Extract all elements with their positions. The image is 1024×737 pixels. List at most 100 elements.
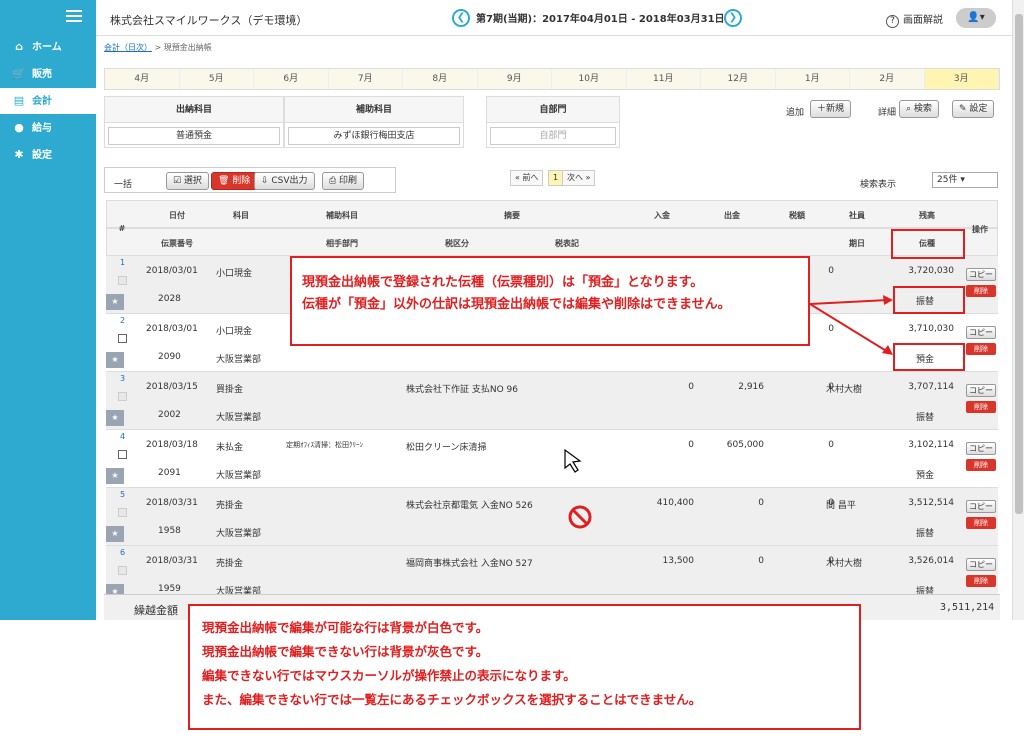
dept-field[interactable]: 自部門 <box>490 127 616 145</box>
row-number: 1 <box>120 258 126 267</box>
month-tab[interactable]: 6月 <box>254 69 329 89</box>
month-tab[interactable]: 4月 <box>105 69 180 89</box>
col-tax-note: 税表記 <box>555 239 579 248</box>
home-icon: ⌂ <box>15 40 23 53</box>
table-row[interactable]: 5 2018/03/31 売掛金 株式会社京都電気 入金NO 526 410,400 0 0… <box>106 488 998 546</box>
row-delete-button[interactable]: 削除 <box>966 459 996 471</box>
copy-button[interactable]: コピー <box>966 442 996 455</box>
month-tab[interactable]: 7月 <box>329 69 403 89</box>
sidebar-item-sales[interactable]: 🛒 販売 <box>0 61 96 87</box>
dept-filter: 自部門 自部門 <box>486 96 620 148</box>
sidebar-item-accounting[interactable]: ▤ 会計 <box>0 88 96 114</box>
col-voucher-no: 伝票番号 <box>161 239 193 248</box>
callout-line: 現預金出納帳で編集できない行は背景が灰色です。 <box>202 644 489 659</box>
row-delete-button[interactable]: 削除 <box>966 401 996 413</box>
voucher-type-header-highlight <box>891 229 965 259</box>
row-checkbox[interactable] <box>118 334 127 343</box>
row-balance: 3,102,114 <box>908 440 954 450</box>
sidebar: ⌂ ホーム 🛒 販売 ▤ 会計 ● 給与 ✱ 設定 <box>0 0 96 620</box>
row-date: 2018/03/01 <box>146 266 198 276</box>
row-deposit: 0 <box>688 382 694 392</box>
month-tab[interactable]: 11月 <box>627 69 701 89</box>
bookmark-star-icon[interactable]: ★ <box>106 410 124 426</box>
scrollbar-thumb[interactable] <box>1015 14 1023 514</box>
settings-button[interactable]: ✎ 設定 <box>952 100 995 118</box>
breadcrumb-link[interactable]: 会計（日次） <box>104 43 152 52</box>
next-period-icon[interactable]: ❯ <box>724 9 742 27</box>
bookmark-star-icon[interactable]: ★ <box>106 526 124 542</box>
sidebar-item-label: 設定 <box>32 150 52 161</box>
sidebar-item-home[interactable]: ⌂ ホーム <box>0 34 96 60</box>
account-field[interactable]: 普通預金 <box>108 127 280 145</box>
row-voucher-no: 1959 <box>158 584 181 594</box>
copy-button[interactable]: コピー <box>966 558 996 571</box>
search-button[interactable]: ⌕ 検索 <box>899 100 939 118</box>
table-row[interactable]: 3 2018/03/15 買掛金 株式会社下作証 支払NO 96 0 2,916 0 木村大樹… <box>106 372 998 430</box>
sub-account-field[interactable]: みずほ銀行梅田支店 <box>288 127 460 145</box>
sidebar-item-payroll[interactable]: ● 給与 <box>0 115 96 141</box>
dept-filter-label: 自部門 <box>487 97 619 123</box>
month-tab[interactable]: 1月 <box>776 69 850 89</box>
row-memo: 株式会社京都電気 入金NO 526 <box>406 501 533 511</box>
menu-icon[interactable] <box>66 10 82 22</box>
scrollbar[interactable] <box>1012 0 1024 620</box>
bookmark-star-icon[interactable]: ★ <box>106 294 124 310</box>
sidebar-item-settings[interactable]: ✱ 設定 <box>0 142 96 168</box>
copy-button[interactable]: コピー <box>966 268 996 281</box>
row-balance: 3,512,514 <box>908 498 954 508</box>
row-number: 6 <box>120 548 126 557</box>
bookmark-star-icon[interactable]: ★ <box>106 468 124 484</box>
detail-label: 詳細 <box>878 108 897 118</box>
row-delete-button[interactable]: 削除 <box>966 343 996 355</box>
select-button[interactable]: ☑ 選択 <box>166 172 209 190</box>
row-checkbox[interactable] <box>118 450 127 459</box>
table-header-row-1: 日付 科目 補助科目 摘要 入金 出金 税額 社員 残高 <box>106 200 998 228</box>
delete-button[interactable]: 🗑 削除 <box>211 172 258 190</box>
sub-account-filter: 補助科目 みずほ銀行梅田支店 <box>284 96 464 148</box>
row-delete-button[interactable]: 削除 <box>966 517 996 529</box>
month-tab[interactable]: 12月 <box>701 69 776 89</box>
col-account: 科目 <box>233 211 249 220</box>
month-tab[interactable]: 2月 <box>850 69 925 89</box>
row-withdraw: 0 <box>758 498 764 508</box>
print-button[interactable]: ⎙ 印刷 <box>322 172 365 190</box>
month-tabs: 4月 5月 6月 7月 8月 9月 10月 11月 12月 1月 2月 3月 <box>104 68 1000 90</box>
top-bar: 株式会社スマイルワークス（デモ環境） ❮ 第7期(当期)：2017年04月01日… <box>96 0 1024 36</box>
csv-export-button[interactable]: ⇩ CSV出力 <box>254 172 315 190</box>
row-balance: 3,707,114 <box>908 382 954 392</box>
month-tab[interactable]: 9月 <box>478 69 552 89</box>
month-tab[interactable]: 8月 <box>403 69 478 89</box>
row-checkbox <box>118 276 127 285</box>
row-delete-button[interactable]: 削除 <box>966 285 996 297</box>
next-page-button[interactable]: 次へ » <box>562 170 596 186</box>
user-menu-icon[interactable]: 👤▾ <box>956 8 996 28</box>
row-account: 小口現金 <box>216 269 253 279</box>
month-tab[interactable]: 5月 <box>180 69 254 89</box>
row-staff: 木村大樹 <box>826 559 863 569</box>
row-delete-button[interactable]: 削除 <box>966 575 996 587</box>
page-number[interactable]: 1 <box>548 170 564 186</box>
prev-page-button[interactable]: « 前へ <box>510 170 544 186</box>
row-date: 2018/03/01 <box>146 324 198 334</box>
period-label: 第7期(当期)：2017年04月01日 - 2018年03月31日 <box>476 14 725 25</box>
table-row[interactable]: 4 2018/03/18 未払金 定期ｵﾌｨｽ清掃：松田ｸﾘｰﾝ 松田クリーン床清掃 0 6… <box>106 430 998 488</box>
month-tab[interactable]: 10月 <box>552 69 627 89</box>
copy-button[interactable]: コピー <box>966 326 996 339</box>
per-page-select[interactable]: 25件 ▾ <box>932 172 998 188</box>
breadcrumb: 会計（日次） > 現預金出納帳 <box>104 42 212 53</box>
row-deposit: 13,500 <box>662 556 695 566</box>
editable-row-callout: 現預金出納帳で編集が可能な行は背景が白色です。 現預金出納帳で編集できない行は背… <box>188 604 861 730</box>
copy-button[interactable]: コピー <box>966 500 996 513</box>
copy-button[interactable]: コピー <box>966 384 996 397</box>
sidebar-item-label: ホーム <box>32 42 62 53</box>
row-balance: 3,526,014 <box>908 556 954 566</box>
prev-period-icon[interactable]: ❮ <box>452 9 470 27</box>
help-button[interactable]: ? 画面解説 <box>886 11 943 28</box>
bookmark-star-icon[interactable]: ★ <box>106 352 124 368</box>
month-tab-current[interactable]: 3月 <box>924 69 999 89</box>
row-voucher-no: 1958 <box>158 526 181 536</box>
row-voucher-type: 振替 <box>916 413 935 423</box>
breadcrumb-sep: > <box>154 43 162 52</box>
new-button[interactable]: ＋新規 <box>810 100 852 118</box>
callout-line: 現預金出納帳で編集が可能な行は背景が白色です。 <box>202 620 489 635</box>
